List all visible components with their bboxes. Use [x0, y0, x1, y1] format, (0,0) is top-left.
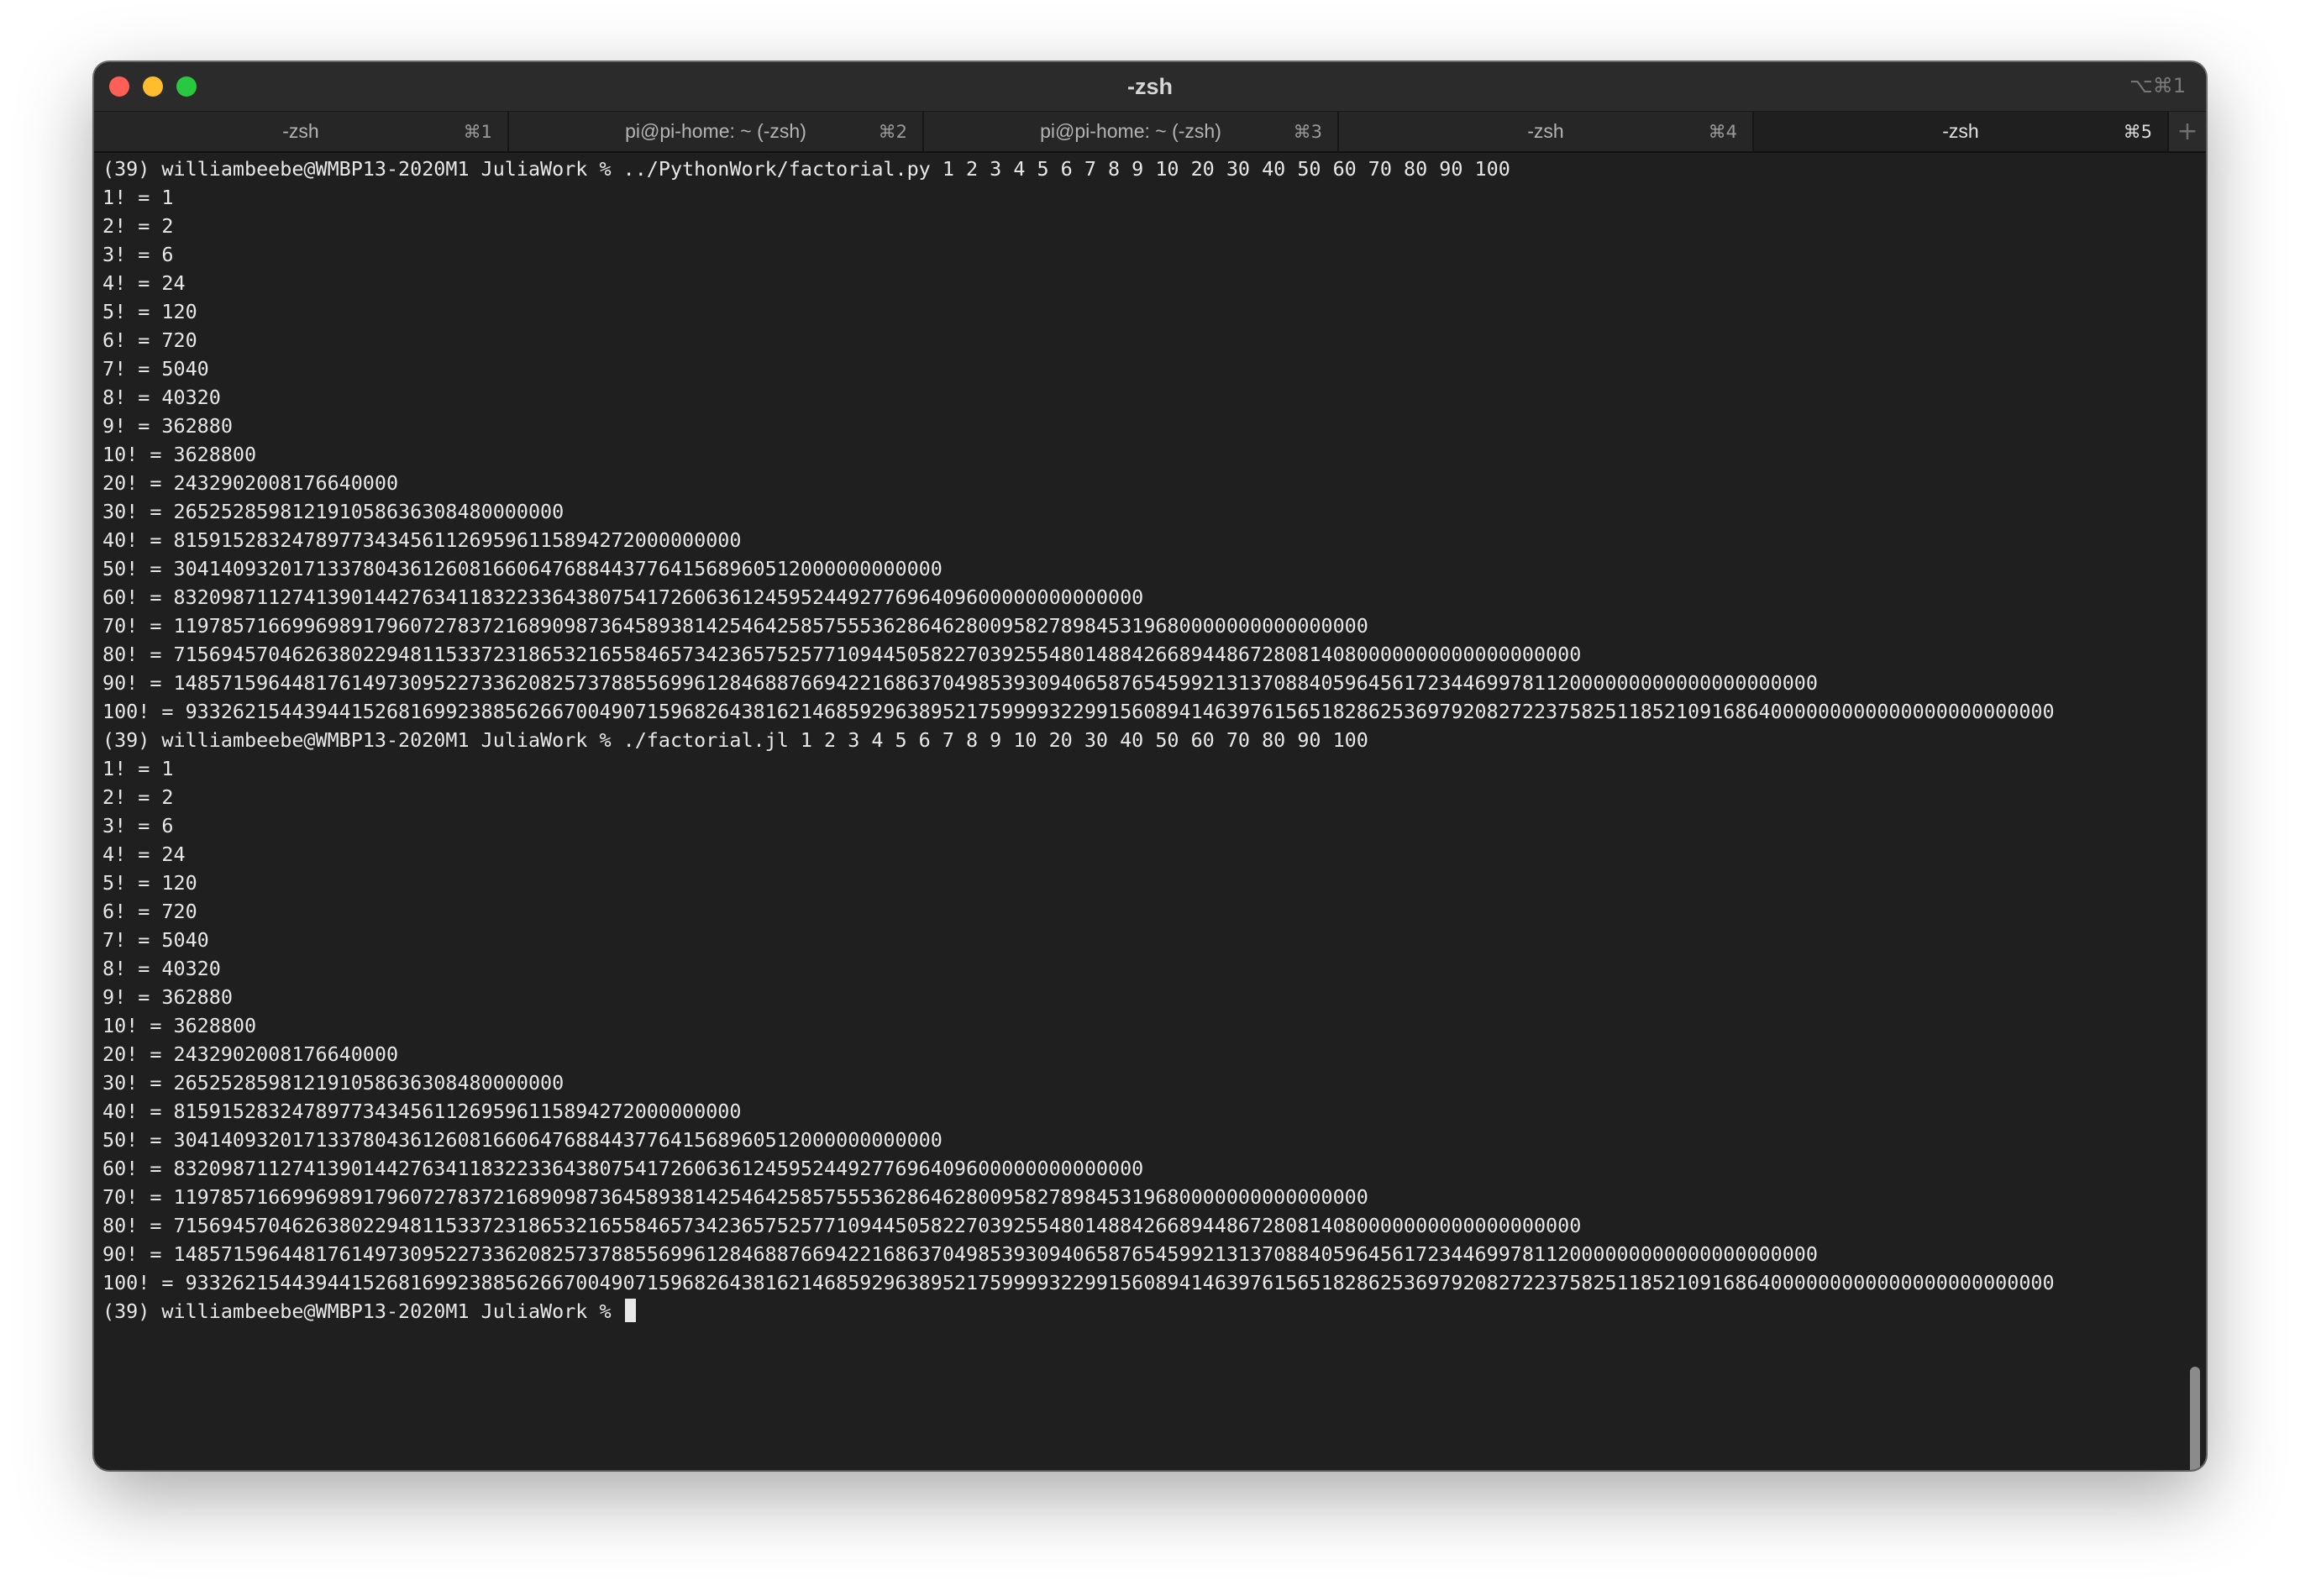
terminal-line: 9! = 362880	[102, 985, 233, 1009]
tab-shortcut: ⌘1	[463, 122, 492, 142]
terminal-line: 20! = 2432902008176640000	[102, 1042, 399, 1066]
terminal-line: 7! = 5040	[102, 928, 209, 952]
terminal-line: 60! = 8320987112741390144276341183223364…	[102, 1157, 1144, 1180]
tab-1[interactable]: -zsh ⌘1	[94, 112, 509, 151]
terminal-line: 8! = 40320	[102, 957, 221, 980]
terminal-line: 80! = 7156945704626380229481153372318653…	[102, 1214, 1582, 1237]
terminal-line: 3! = 6	[102, 243, 174, 266]
tab-shortcut: ⌘4	[1708, 122, 1737, 142]
new-tab-button[interactable]: +	[2169, 112, 2206, 151]
terminal-line: 60! = 8320987112741390144276341183223364…	[102, 585, 1144, 609]
prompt-text: (39) williambeebe@WMBP13-2020M1 JuliaWor…	[102, 1299, 623, 1323]
traffic-lights	[109, 76, 197, 97]
terminal-window: -zsh ⌥⌘1 -zsh ⌘1 pi@pi-home: ~ (-zsh) ⌘2…	[94, 62, 2206, 1470]
tab-shortcut: ⌘5	[2123, 122, 2152, 142]
terminal-line: 4! = 24	[102, 271, 186, 295]
tab-3[interactable]: pi@pi-home: ~ (-zsh) ⌘3	[924, 112, 1339, 151]
terminal-line: 30! = 265252859812191058636308480000000	[102, 1071, 564, 1095]
tab-shortcut: ⌘2	[878, 122, 907, 142]
terminal-line: 2! = 2	[102, 214, 174, 238]
terminal-line: 6! = 720	[102, 900, 197, 923]
tab-bar: -zsh ⌘1 pi@pi-home: ~ (-zsh) ⌘2 pi@pi-ho…	[94, 111, 2206, 153]
terminal-line: 40! = 8159152832478977343456112695961158…	[102, 1100, 742, 1123]
terminal-line: 90! = 1485715964481761497309522733620825…	[102, 1242, 1818, 1266]
terminal-line: 90! = 1485715964481761497309522733620825…	[102, 671, 1818, 695]
minimize-button[interactable]	[143, 76, 163, 97]
terminal-lines: (39) williambeebe@WMBP13-2020M1 JuliaWor…	[102, 155, 2184, 1297]
zoom-button[interactable]	[176, 76, 197, 97]
tab-label: pi@pi-home: ~ (-zsh)	[1040, 120, 1221, 142]
terminal-line: 7! = 5040	[102, 357, 209, 381]
scrollbar-thumb[interactable]	[2190, 1367, 2200, 1470]
terminal-line: 2! = 2	[102, 785, 174, 809]
terminal-line: 3! = 6	[102, 814, 174, 837]
title-bar[interactable]: -zsh ⌥⌘1	[94, 62, 2206, 111]
terminal-line: (39) williambeebe@WMBP13-2020M1 JuliaWor…	[102, 728, 1368, 752]
tab-label: -zsh	[1942, 120, 1979, 142]
terminal-line: 10! = 3628800	[102, 443, 257, 466]
terminal-line: 8! = 40320	[102, 386, 221, 409]
terminal-line: 40! = 8159152832478977343456112695961158…	[102, 528, 742, 552]
terminal-line: 70! = 1197857166996989179607278372168909…	[102, 1185, 1368, 1209]
terminal-line: 50! = 3041409320171337804361260816606476…	[102, 557, 943, 580]
terminal-line: 80! = 7156945704626380229481153372318653…	[102, 643, 1582, 666]
terminal-line: 4! = 24	[102, 843, 186, 866]
tab-5[interactable]: -zsh ⌘5	[1754, 112, 2169, 151]
terminal-line: 1! = 1	[102, 757, 174, 780]
terminal-line: 5! = 120	[102, 300, 197, 323]
terminal-line: 30! = 265252859812191058636308480000000	[102, 500, 564, 523]
scrollbar[interactable]	[2187, 153, 2203, 1470]
tab-label: -zsh	[282, 120, 319, 142]
text-cursor	[624, 1299, 636, 1322]
terminal-line: 5! = 120	[102, 871, 197, 895]
window-title: -zsh	[1127, 73, 1173, 99]
terminal-line: 100! = 933262154439441526816992388562667…	[102, 700, 2055, 723]
terminal-line: 9! = 362880	[102, 414, 233, 438]
terminal-line: 70! = 1197857166996989179607278372168909…	[102, 614, 1368, 638]
tab-label: pi@pi-home: ~ (-zsh)	[625, 120, 806, 142]
close-button[interactable]	[109, 76, 129, 97]
tab-shortcut: ⌘3	[1293, 122, 1322, 142]
tab-label: -zsh	[1527, 120, 1564, 142]
terminal-line: 20! = 2432902008176640000	[102, 471, 399, 495]
terminal-output[interactable]: (39) williambeebe@WMBP13-2020M1 JuliaWor…	[102, 155, 2184, 1470]
terminal-line: (39) williambeebe@WMBP13-2020M1 JuliaWor…	[102, 157, 1510, 181]
terminal-line: 6! = 720	[102, 328, 197, 352]
window-shortcut: ⌥⌘1	[2129, 74, 2186, 97]
terminal-line: 50! = 3041409320171337804361260816606476…	[102, 1128, 943, 1152]
terminal-line: 100! = 933262154439441526816992388562667…	[102, 1271, 2055, 1294]
terminal-line: 1! = 1	[102, 186, 174, 209]
tab-4[interactable]: -zsh ⌘4	[1339, 112, 1754, 151]
tab-2[interactable]: pi@pi-home: ~ (-zsh) ⌘2	[509, 112, 924, 151]
terminal-line: 10! = 3628800	[102, 1014, 257, 1037]
terminal-prompt-line[interactable]: (39) williambeebe@WMBP13-2020M1 JuliaWor…	[102, 1297, 2184, 1326]
